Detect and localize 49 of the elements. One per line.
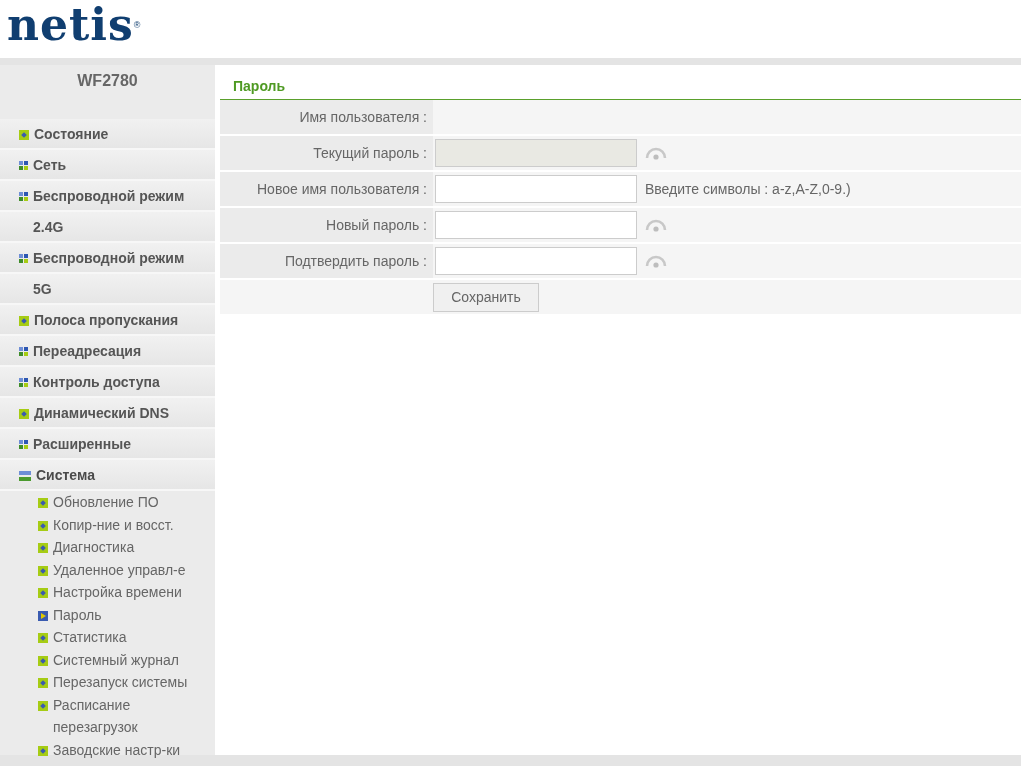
page-icon <box>38 520 48 531</box>
submenu-item[interactable]: Перезапуск системы <box>0 671 215 694</box>
page-icon <box>38 745 48 756</box>
menu-item[interactable]: Динамический DNS <box>0 398 215 429</box>
menu-item[interactable]: Беспроводной режим 5G <box>0 243 215 305</box>
submenu-item[interactable]: Обновление ПО <box>0 491 215 514</box>
page-icon <box>38 565 48 576</box>
menu-item[interactable]: Сеть <box>0 150 215 181</box>
eye-icon[interactable] <box>645 254 667 268</box>
netis-logo: netis$^{®}$ <box>7 3 142 47</box>
submenu-item[interactable]: Расписание перезагрузок <box>0 693 215 739</box>
menu-item[interactable]: Расширенные <box>0 429 215 460</box>
input-field[interactable] <box>435 175 637 203</box>
page-icon <box>38 588 48 598</box>
menu-item[interactable]: Контроль доступа <box>0 367 215 398</box>
input-field[interactable] <box>435 211 637 239</box>
page-icon <box>19 316 29 326</box>
hint-text: Введите символы : a-z,A-Z,0-9.) <box>645 181 851 197</box>
field-label: Имя пользователя : <box>299 109 427 125</box>
menu-item[interactable]: Переадресация <box>0 336 215 367</box>
menu-item[interactable]: Беспроводной режим 2.4G <box>0 181 215 243</box>
submenu-item[interactable]: Копир-ние и восст. <box>0 513 215 536</box>
submenu-item[interactable]: Заводские настр-ки <box>0 738 215 761</box>
page-icon <box>38 498 48 508</box>
page-icon <box>38 633 48 643</box>
eye-icon[interactable] <box>645 218 667 232</box>
model-name: WF2780 <box>76 71 139 91</box>
page-icon <box>19 130 29 140</box>
submenu-item[interactable]: Статистика <box>0 626 215 649</box>
page-icon <box>38 678 48 688</box>
submenu-item[interactable]: Пароль <box>0 603 215 626</box>
field-label: Текущий пароль : <box>313 145 427 161</box>
page-icon <box>19 409 29 419</box>
play-icon <box>38 610 48 621</box>
menu-item[interactable]: Полоса пропускания <box>0 305 215 336</box>
submenu-item[interactable]: Удаленное управл-е <box>0 558 215 581</box>
submenu-item[interactable]: Настройка времени <box>0 581 215 604</box>
field-label: Новый пароль : <box>326 217 427 233</box>
menu-item[interactable]: Состояние <box>0 119 215 150</box>
input-field[interactable] <box>435 247 637 275</box>
field-label: Новое имя пользователя : <box>257 181 427 197</box>
submenu-item[interactable]: Диагностика <box>0 536 215 559</box>
save-button[interactable]: Сохранить <box>433 282 539 312</box>
menu-item[interactable]: Система <box>0 460 215 491</box>
submenu-item[interactable]: Системный журнал <box>0 648 215 671</box>
page-icon <box>38 700 48 711</box>
page-icon <box>38 543 48 553</box>
field-label: Подтвердить пароль : <box>284 253 427 269</box>
page-icon <box>38 655 48 666</box>
